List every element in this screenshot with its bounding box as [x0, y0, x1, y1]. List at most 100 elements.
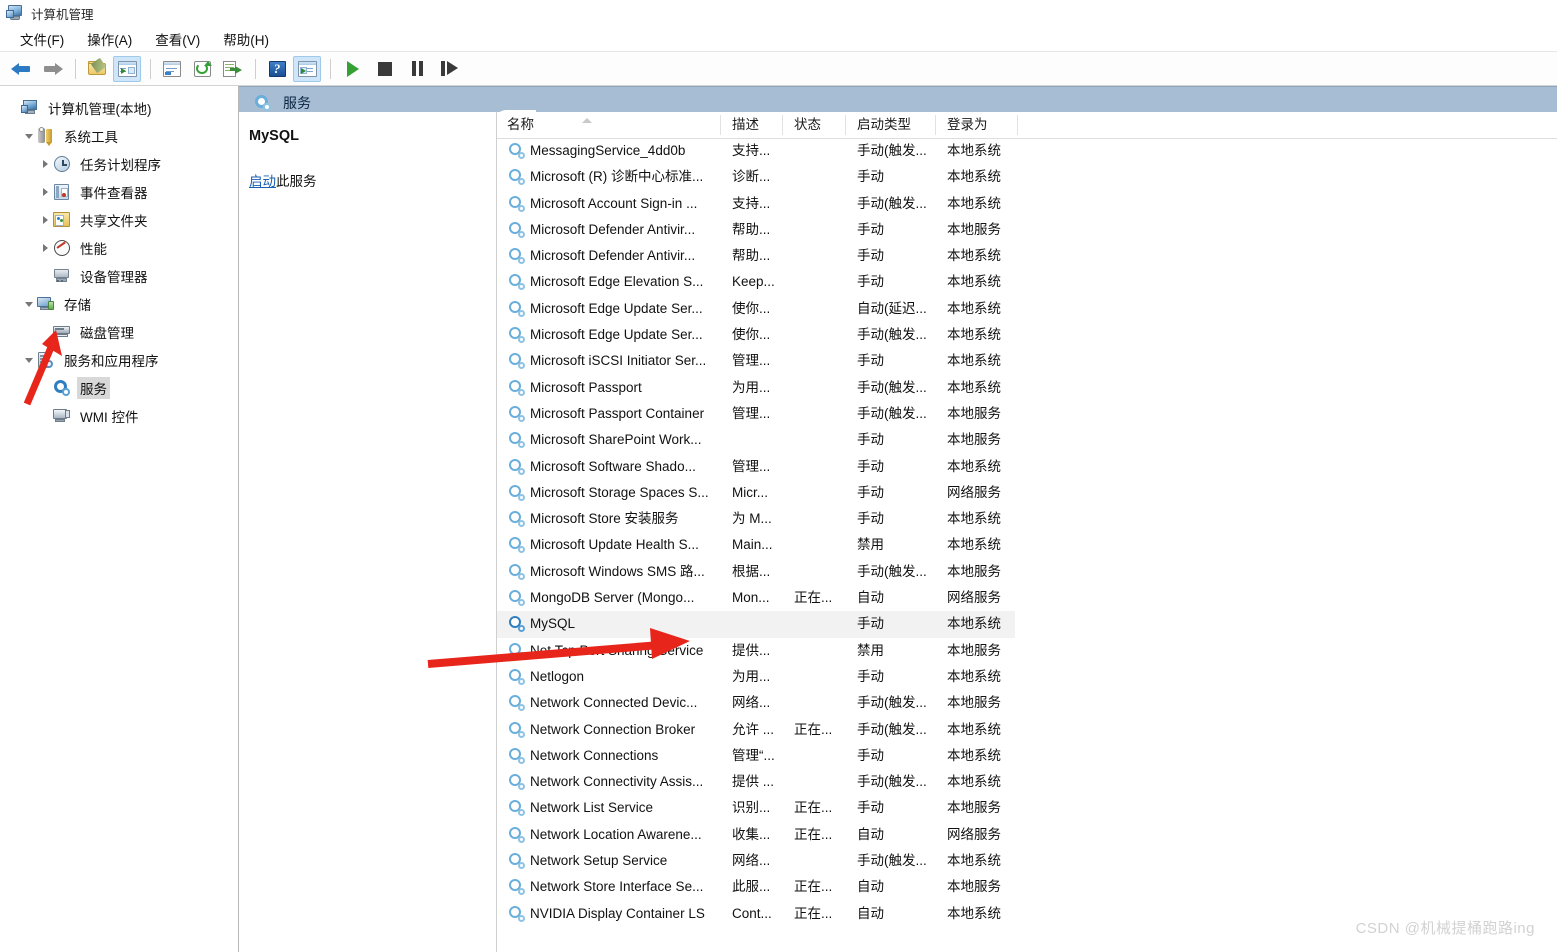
table-row[interactable]: Network Setup Service 网络... 手动(触发... 本地系统	[497, 848, 1557, 874]
chevron-down-icon[interactable]	[22, 357, 36, 363]
sidebar-item-storage[interactable]: 存储	[0, 290, 238, 318]
menu-view[interactable]: 查看(V)	[145, 26, 210, 52]
menu-help[interactable]: 帮助(H)	[213, 26, 279, 52]
table-row[interactable]: Microsoft Software Shado... 管理... 手动 本地系统	[497, 454, 1557, 480]
pause-service-button[interactable]	[402, 56, 432, 82]
sidebar-item-computer-management[interactable]: 计算机管理(本地)	[0, 94, 238, 122]
sidebar-item-device-manager[interactable]: 设备管理器	[0, 262, 238, 290]
chevron-down-icon[interactable]	[22, 301, 36, 307]
chevron-right-icon[interactable]	[38, 244, 52, 252]
chevron-down-icon[interactable]	[22, 133, 36, 139]
column-startup-type[interactable]: 启动类型	[857, 112, 911, 138]
column-divider[interactable]	[935, 115, 936, 135]
table-row[interactable]: Microsoft (R) 诊断中心标准... 诊断... 手动 本地系统	[497, 164, 1557, 190]
forward-button[interactable]	[38, 56, 66, 82]
service-gear-icon	[509, 169, 525, 186]
service-logon-cell: 本地系统	[947, 300, 1001, 316]
sidebar-item-label: 磁盘管理	[80, 326, 134, 341]
service-name-cell: Microsoft Windows SMS 路...	[530, 563, 705, 579]
table-row[interactable]: Network Connected Devic... 网络... 手动(触发... 本…	[497, 690, 1557, 716]
column-divider[interactable]	[720, 115, 721, 135]
service-gear-icon	[509, 300, 525, 317]
table-row[interactable]: Microsoft SharePoint Work... 手动 本地服务	[497, 427, 1557, 453]
table-row[interactable]: Microsoft Store 安装服务 为 M... 手动 本地系统	[497, 506, 1557, 532]
chevron-right-icon[interactable]	[38, 188, 52, 196]
chevron-right-icon[interactable]	[38, 160, 52, 168]
table-row[interactable]: Microsoft Defender Antivir... 帮助... 手动 本地服务	[497, 217, 1557, 243]
sidebar-item-services[interactable]: 服务	[0, 374, 238, 402]
column-status[interactable]: 状态	[794, 112, 821, 138]
chevron-right-icon[interactable]	[38, 216, 52, 224]
service-description-cell: Main...	[732, 537, 773, 553]
table-row[interactable]: Microsoft Edge Update Ser... 使你... 手动(触发..…	[497, 322, 1557, 348]
show-hide-console-tree-button[interactable]	[113, 55, 141, 82]
start-service-button[interactable]	[338, 56, 368, 82]
restart-service-button[interactable]	[434, 56, 464, 82]
table-row[interactable]: Microsoft Passport 为用... 手动(触发... 本地系统	[497, 375, 1557, 401]
properties-button[interactable]	[158, 56, 186, 82]
table-row[interactable]: Netlogon 为用... 手动 本地系统	[497, 664, 1557, 690]
toolbar: ?	[0, 52, 1557, 86]
sidebar-item-shared-folders[interactable]: 共享文件夹	[0, 206, 238, 234]
up-folder-button[interactable]	[83, 56, 111, 82]
service-name-cell: Microsoft Account Sign-in ...	[530, 195, 698, 211]
table-row[interactable]: Microsoft Windows SMS 路... 根据... 手动(触发... 本…	[497, 559, 1557, 585]
table-row[interactable]: Network Connectivity Assis... 提供 ... 手动(触发…	[497, 769, 1557, 795]
sidebar-item-system-tools[interactable]: 系统工具	[0, 122, 238, 150]
service-name-cell: Microsoft Storage Spaces S...	[530, 484, 709, 500]
column-name[interactable]: 名称	[507, 112, 534, 138]
service-logon-cell: 本地系统	[947, 511, 1001, 527]
table-row[interactable]: Network Store Interface Se... 此服... 正在... 自…	[497, 874, 1557, 900]
table-row[interactable]: Net.Tcp Port Sharing Service 提供... 禁用 本地服务	[497, 638, 1557, 664]
table-row[interactable]: Microsoft Defender Antivir... 帮助... 手动 本地系统	[497, 243, 1557, 269]
table-row[interactable]: Microsoft Passport Container 管理... 手动(触发..…	[497, 401, 1557, 427]
column-divider[interactable]	[782, 115, 783, 135]
sidebar-item-performance[interactable]: 性能	[0, 234, 238, 262]
refresh-button[interactable]	[188, 56, 216, 82]
sidebar-item-wmi-control[interactable]: WMI 控件	[0, 402, 238, 430]
service-logon-cell: 本地系统	[947, 169, 1001, 185]
column-divider[interactable]	[1017, 115, 1018, 135]
table-row[interactable]: MessagingService_4dd0b 支持... 手动(触发... 本地系统	[497, 138, 1557, 164]
service-description-cell: Micr...	[732, 484, 768, 500]
table-row[interactable]: Microsoft Account Sign-in ... 支持... 手动(触发.…	[497, 191, 1557, 217]
table-row[interactable]: MySQL 手动 本地系统	[497, 611, 1015, 638]
start-service-link[interactable]: 启动	[249, 174, 276, 189]
service-logon-cell: 本地系统	[947, 327, 1001, 343]
column-log-on-as[interactable]: 登录为	[947, 112, 988, 138]
sidebar-item-label: 服务	[77, 377, 110, 399]
table-row[interactable]: Network Connections 管理“... 手动 本地系统	[497, 743, 1557, 769]
column-description[interactable]: 描述	[732, 112, 759, 138]
service-logon-cell: 本地系统	[947, 668, 1001, 684]
service-name-cell: NVIDIA Display Container LS	[530, 905, 705, 921]
shared-folders-icon	[52, 211, 72, 229]
service-logon-cell: 本地系统	[947, 248, 1001, 264]
table-row[interactable]: Network Location Awarene... 收集... 正在... 自动 网…	[497, 822, 1557, 848]
services-gear-icon	[253, 94, 273, 112]
export-list-icon	[222, 60, 242, 77]
forward-arrow-icon	[41, 61, 63, 77]
table-row[interactable]: Network List Service 识别... 正在... 手动 本地服务	[497, 795, 1557, 821]
services-rows: MessagingService_4dd0b 支持... 手动(触发... 本地系统 M…	[497, 138, 1557, 952]
sidebar-item-event-viewer[interactable]: 事件查看器	[0, 178, 238, 206]
menu-action[interactable]: 操作(A)	[77, 26, 142, 52]
stop-service-button[interactable]	[370, 56, 400, 82]
table-row[interactable]: Network Connection Broker 允许 ... 正在... 手动(触…	[497, 717, 1557, 743]
table-row[interactable]: Microsoft iSCSI Initiator Ser... 管理... 手动 本…	[497, 348, 1557, 374]
export-list-button[interactable]	[218, 56, 246, 82]
service-logon-cell: 本地系统	[947, 905, 1001, 921]
back-button[interactable]	[8, 56, 36, 82]
help-button[interactable]: ?	[263, 56, 291, 82]
services-gear-icon	[52, 379, 72, 397]
table-row[interactable]: MongoDB Server (Mongo... Mon... 正在... 自动 网络服…	[497, 585, 1557, 611]
sidebar-item-disk-management[interactable]: 磁盘管理	[0, 318, 238, 346]
sidebar-item-services-and-applications[interactable]: 服务和应用程序	[0, 346, 238, 374]
menu-file[interactable]: 文件(F)	[10, 26, 74, 52]
table-row[interactable]: Microsoft Storage Spaces S... Micr... 手动 网络…	[497, 480, 1557, 506]
table-row[interactable]: Microsoft Update Health S... Main... 禁用 本地系…	[497, 532, 1557, 558]
sidebar-item-task-scheduler[interactable]: 任务计划程序	[0, 150, 238, 178]
show-action-pane-button[interactable]	[293, 55, 321, 82]
column-divider[interactable]	[845, 115, 846, 135]
table-row[interactable]: Microsoft Edge Update Ser... 使你... 自动(延迟..…	[497, 296, 1557, 322]
table-row[interactable]: Microsoft Edge Elevation S... Keep... 手动 本地…	[497, 269, 1557, 295]
